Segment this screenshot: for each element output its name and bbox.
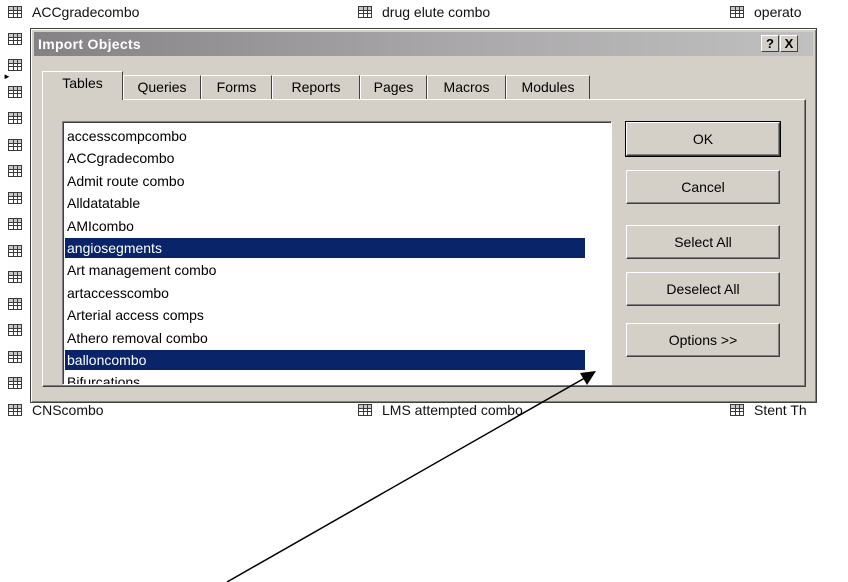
list-item[interactable]: AMIcombo [65, 216, 585, 236]
bg-col1-item[interactable] [8, 28, 32, 50]
list-item[interactable]: Arterial access comps [65, 305, 585, 325]
table-icon [8, 165, 22, 177]
bg-col2-item[interactable]: drug elute combo [358, 1, 490, 23]
bg-col1-item[interactable] [8, 293, 32, 315]
table-icon [8, 32, 22, 45]
bg-col1-item[interactable] [8, 81, 32, 103]
table-icon [730, 403, 744, 416]
import-objects-dialog: Import Objects ? X Tables Queries Forms … [30, 28, 817, 403]
tab-queries[interactable]: Queries [123, 75, 201, 99]
list-item[interactable]: artaccesscombo [65, 283, 585, 303]
list-item[interactable]: Bifurcations [65, 372, 585, 384]
current-row-marker: ► [3, 72, 11, 81]
bg-item-label: drug elute combo [382, 4, 491, 20]
deselect-all-button[interactable]: Deselect All [626, 272, 780, 306]
table-icon [8, 138, 22, 151]
ok-button[interactable]: OK [625, 121, 781, 157]
table-icon [730, 6, 744, 18]
bg-col1-item[interactable] [8, 266, 32, 288]
table-icon [8, 244, 22, 257]
tab-modules[interactable]: Modules [506, 75, 590, 99]
list-item[interactable]: ACCgradecombo [65, 148, 585, 168]
table-icon [8, 271, 22, 283]
list-item[interactable]: Alldatatable [65, 193, 585, 213]
list-item[interactable]: angiosegments [65, 238, 585, 258]
options-button[interactable]: Options >> [626, 323, 780, 357]
dialog-title: Import Objects [38, 36, 141, 52]
dialog-titlebar[interactable]: Import Objects ? X [34, 32, 813, 56]
bg-col1-item[interactable] [8, 160, 32, 182]
bg-col1-item[interactable] [8, 187, 32, 209]
list-item[interactable]: balloncombo [65, 350, 585, 370]
bg-item-label: ACCgradecombo [32, 4, 140, 20]
help-button[interactable]: ? [761, 35, 779, 52]
table-icon [8, 377, 22, 389]
tab-tables[interactable]: Tables [42, 71, 123, 100]
bg-col1-item[interactable] [8, 134, 32, 156]
bg-item-label: LMS attempted combo [382, 401, 523, 418]
bg-col1-item[interactable] [8, 319, 32, 341]
tables-listbox[interactable]: accesscompcombo ACCgradecombo Admit route … [62, 121, 612, 385]
select-all-button[interactable]: Select All [626, 225, 780, 259]
table-icon [8, 324, 22, 336]
tab-forms[interactable]: Forms [201, 75, 272, 99]
bg-col3-item[interactable]: operato [730, 1, 801, 23]
table-icon [8, 403, 22, 416]
bg-item-label: operato [754, 4, 802, 20]
table-icon [358, 6, 372, 18]
bg-col1-item[interactable] [8, 213, 32, 235]
list-item[interactable]: Admit route combo [65, 171, 585, 191]
table-icon [8, 350, 22, 363]
table-icon [8, 59, 22, 71]
bg-item-label: CNScombo [32, 401, 104, 418]
table-icon [8, 191, 22, 204]
tab-macros[interactable]: Macros [427, 75, 506, 99]
close-button[interactable]: X [780, 35, 798, 52]
bg-item-label: Stent Th [754, 401, 807, 418]
bg-col1-item[interactable] [8, 107, 32, 129]
table-icon [8, 6, 22, 18]
table-icon [8, 112, 22, 124]
list-item[interactable]: Athero removal combo [65, 328, 585, 348]
bg-col1-item[interactable] [8, 240, 32, 262]
cancel-button[interactable]: Cancel [626, 170, 780, 204]
tab-pages[interactable]: Pages [360, 75, 427, 99]
table-icon [8, 85, 22, 98]
bg-col1-item[interactable] [8, 54, 32, 76]
bg-col1-item[interactable]: ACCgradecombo [8, 1, 139, 23]
table-icon [8, 218, 22, 230]
list-item[interactable]: accesscompcombo [65, 126, 585, 146]
table-icon [8, 297, 22, 310]
list-item[interactable]: Art management combo [65, 260, 585, 280]
tab-reports[interactable]: Reports [272, 75, 360, 99]
table-icon [358, 403, 372, 416]
